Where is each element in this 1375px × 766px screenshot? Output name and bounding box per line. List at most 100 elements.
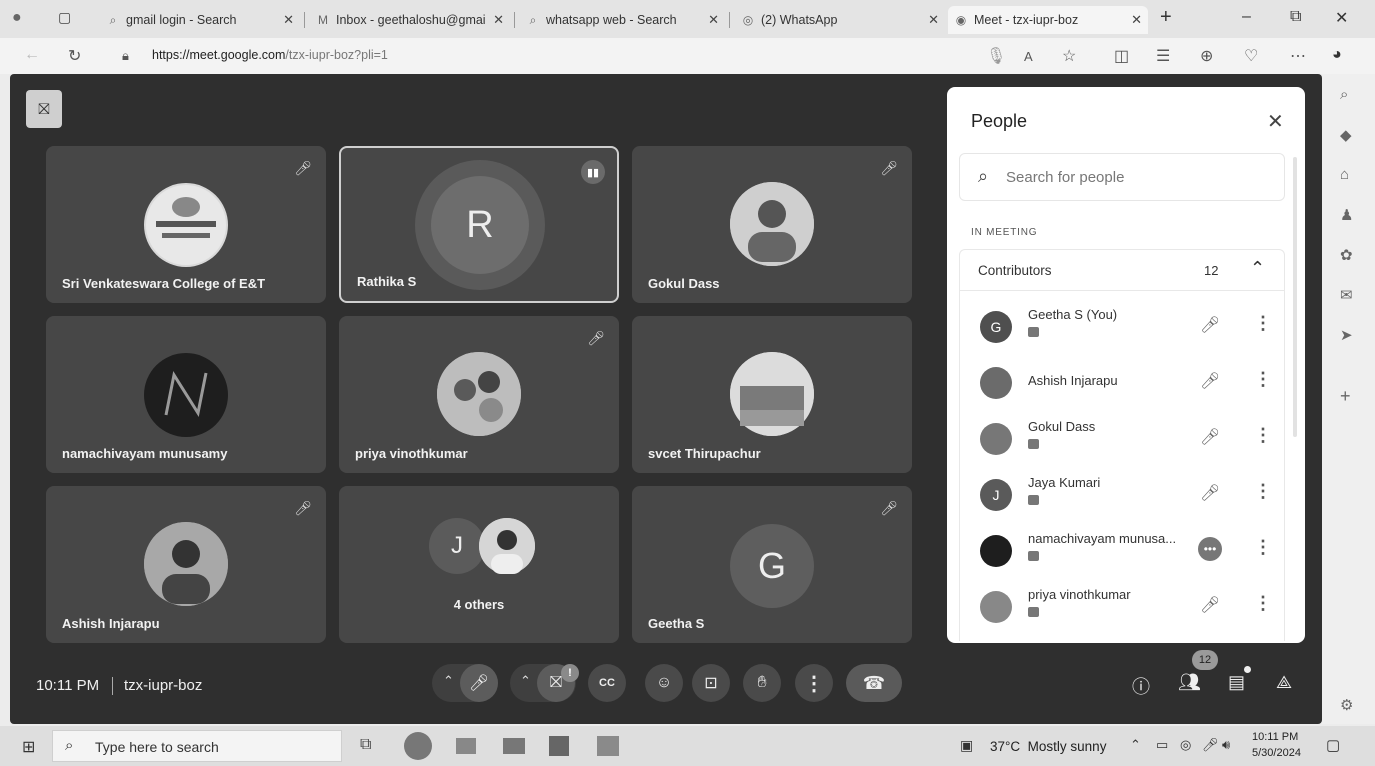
more-options-icon[interactable]: ⋮ [1254, 369, 1272, 390]
search-icon[interactable]: ⌕ [1340, 86, 1348, 103]
meeting-details-icon[interactable]: ⓘ [1132, 673, 1150, 699]
chat-icon[interactable]: ▤ [1228, 672, 1245, 693]
notifications-icon[interactable]: ▢ [1326, 736, 1340, 754]
close-icon[interactable]: ✕ [493, 12, 504, 28]
tray-overflow-icon[interactable]: ⌃ [1130, 737, 1141, 753]
copilot-icon[interactable]: ◕ [1332, 46, 1342, 64]
shopping-tag-icon[interactable]: ◆ [1340, 126, 1352, 144]
reactions-button[interactable]: ☺ [645, 664, 683, 702]
performance-icon[interactable]: ♡ [1244, 46, 1258, 66]
clock-date[interactable]: 5/30/2024 [1252, 747, 1301, 759]
volume-icon[interactable]: 🔊︎ [1222, 737, 1230, 753]
participant-row[interactable]: Gokul Dass 🎤︎ ⋮ [960, 411, 1284, 467]
participant-tile[interactable]: 🎤︎ Sri Venkateswara College of E&T [46, 146, 326, 303]
end-call-button[interactable]: ☎︎ [846, 664, 902, 702]
participant-row[interactable]: priya vinothkumar 🎤︎ ⋮ [960, 579, 1284, 635]
mail-taskbar-icon[interactable] [503, 738, 525, 754]
windows-start-icon[interactable]: ⊞ [22, 737, 35, 757]
close-panel-icon[interactable]: ✕ [1267, 109, 1284, 134]
back-icon[interactable]: ← [24, 46, 40, 64]
people-search-box[interactable]: ⌕ Search for people [959, 153, 1285, 201]
participant-tile[interactable]: 🎤︎ priya vinothkumar [339, 316, 619, 473]
add-icon[interactable]: + [1340, 386, 1351, 407]
window-close-icon[interactable]: ✕ [1335, 8, 1348, 28]
excel-icon[interactable] [597, 736, 619, 756]
mic-options-chevron-icon[interactable]: ⌃ [443, 673, 454, 689]
weather-icon[interactable]: ▣ [960, 737, 973, 754]
participant-group-tile[interactable]: J 4 others [339, 486, 619, 643]
favorite-icon[interactable]: ☆ [1062, 46, 1076, 66]
muted-mic-icon[interactable]: 🎤︎ [1200, 315, 1220, 335]
collections-icon[interactable]: ⊕ [1200, 46, 1213, 66]
more-options-button[interactable]: ⋮ [795, 664, 833, 702]
split-screen-icon[interactable]: ◫ [1114, 46, 1129, 66]
close-icon[interactable]: ✕ [1131, 12, 1142, 28]
muted-mic-icon[interactable]: 🎤︎ [1200, 483, 1220, 503]
outlook-icon[interactable]: ✉︎ [1340, 286, 1353, 304]
more-options-icon[interactable]: ⋮ [1254, 593, 1272, 614]
clock-time[interactable]: 10:11 PM [1252, 731, 1298, 743]
more-options-icon[interactable]: ⋮ [1254, 537, 1272, 558]
close-icon[interactable]: ✕ [283, 12, 294, 28]
edge-taskbar-icon[interactable] [404, 732, 432, 760]
participant-tile[interactable]: 🎤︎ Gokul Dass [632, 146, 912, 303]
muted-mic-icon[interactable]: 🎤︎ [1200, 595, 1220, 615]
games-icon[interactable]: ♟︎ [1340, 206, 1353, 224]
more-options-icon[interactable]: ⋮ [1254, 481, 1272, 502]
tools-icon[interactable]: ⌂ [1340, 166, 1349, 183]
store-icon[interactable] [549, 736, 569, 756]
activities-icon[interactable]: ⟁ [1276, 672, 1292, 693]
panel-scrollbar[interactable] [1293, 157, 1297, 437]
url-field[interactable]: https://meet.google.com/tzx-iupr-boz?pli… [152, 48, 388, 62]
contributors-group-header[interactable]: Contributors 12 ⌃ [959, 249, 1285, 291]
tab-whatsapp[interactable]: ◎ (2) WhatsApp ✕ [735, 6, 945, 34]
camera-off-status-icon[interactable]: ⛝ [26, 90, 62, 128]
participant-tile[interactable]: G 🎤︎ Geetha S [632, 486, 912, 643]
more-icon[interactable]: ⋯ [1290, 46, 1306, 66]
participant-tile[interactable]: svcet Thirupachur [632, 316, 912, 473]
taskbar-search-box[interactable]: ⌕ Type here to search [52, 730, 342, 762]
tab-meet[interactable]: ◉ Meet - tzx-iupr-boz ✕ [948, 6, 1148, 34]
camera-options-chevron-icon[interactable]: ⌃ [520, 673, 531, 689]
task-view-icon[interactable]: ⧉ [360, 736, 371, 754]
captions-button[interactable]: CC [588, 664, 626, 702]
participant-row[interactable]: Ashish Injarapu 🎤︎ ⋮ [960, 355, 1284, 411]
tab-gmail-search[interactable]: ⌕ gmail login - Search ✕ [100, 6, 300, 34]
profile-icon[interactable]: ● [12, 9, 22, 27]
refresh-icon[interactable]: ↻ [68, 46, 81, 66]
tab-actions-icon[interactable]: ▢ [58, 9, 71, 26]
participant-row[interactable]: namachivayam munusa... ••• ⋮ [960, 523, 1284, 579]
participant-row[interactable]: J Jaya Kumari 🎤︎ ⋮ [960, 467, 1284, 523]
favorites-icon[interactable]: ☰ [1156, 46, 1170, 66]
muted-mic-icon[interactable]: 🎤︎ [1200, 427, 1220, 447]
file-explorer-icon[interactable] [456, 738, 476, 754]
meet-tray-icon[interactable]: ◎ [1180, 737, 1191, 753]
mic-tray-icon[interactable]: 🎤︎ [1202, 737, 1219, 753]
network-icon[interactable]: ▭ [1156, 737, 1168, 753]
collapse-chevron-icon[interactable]: ⌃ [1250, 258, 1265, 279]
minimize-icon[interactable]: – [1242, 8, 1251, 26]
more-options-icon[interactable]: ⋮ [1254, 313, 1272, 334]
lock-icon[interactable]: 🔒︎ [122, 48, 129, 64]
read-aloud-icon[interactable]: A [1024, 49, 1033, 64]
new-tab-icon[interactable]: + [1160, 6, 1172, 29]
close-icon[interactable]: ✕ [928, 12, 939, 28]
tab-whatsapp-search[interactable]: ⌕ whatsapp web - Search ✕ [520, 6, 725, 34]
more-options-icon[interactable]: ⋮ [1254, 425, 1272, 446]
tab-gmail-inbox[interactable]: M Inbox - geethaloshu@gmai ✕ [310, 6, 510, 34]
speaking-dots-icon[interactable]: ••• [1198, 537, 1222, 561]
raise-hand-button[interactable]: ✋︎ [743, 664, 781, 702]
participant-row[interactable]: G Geetha S (You) 🎤︎ ⋮ [960, 299, 1284, 355]
restore-icon[interactable]: ⧉ [1290, 8, 1301, 26]
microsoft365-icon[interactable]: ✿ [1340, 246, 1353, 264]
participant-tile[interactable]: 🎤︎ Ashish Injarapu [46, 486, 326, 643]
muted-mic-icon[interactable]: 🎤︎ [1200, 371, 1220, 391]
participant-tile[interactable]: namachivayam munusamy [46, 316, 326, 473]
mic-icon[interactable]: 🎙︎ [986, 46, 1006, 66]
participant-tile-active-speaker[interactable]: R ▮▮ Rathika S [339, 146, 619, 303]
present-screen-button[interactable]: ⊡ [692, 664, 730, 702]
send-icon[interactable]: ➤ [1340, 326, 1353, 344]
settings-icon[interactable]: ⚙︎ [1340, 696, 1353, 714]
close-icon[interactable]: ✕ [708, 12, 719, 28]
mic-toggle-button[interactable]: 🎤︎ [460, 664, 498, 702]
